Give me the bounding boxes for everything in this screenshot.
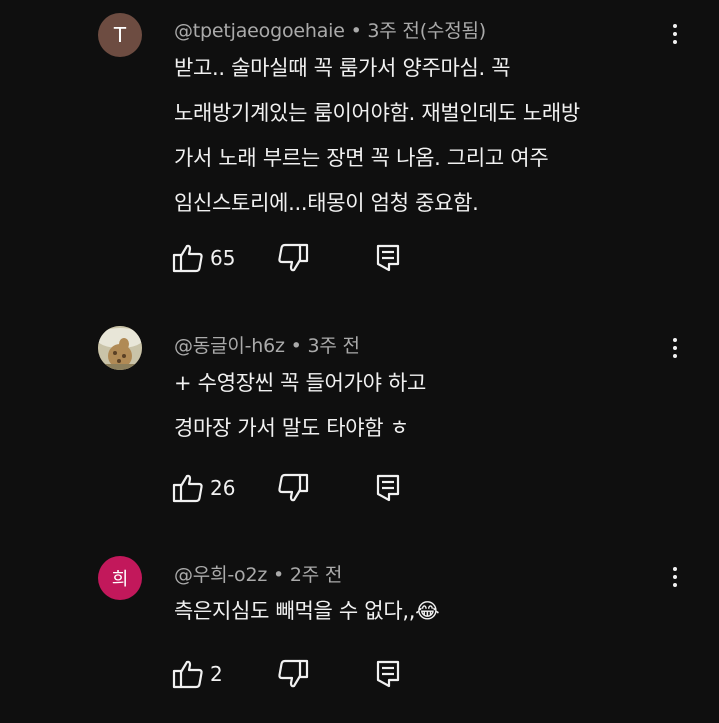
comment-line: 가서 노래 부르는 장면 꼭 나옴. 그리고 여주 [174,146,549,170]
thumbs-down-icon [278,243,309,272]
avatar[interactable]: T [98,13,142,57]
author-name[interactable]: @동글이-h6z [174,335,285,357]
thumbs-up-icon [172,474,203,503]
reply-icon [376,474,400,502]
author-name[interactable]: @tpetjaeogoehaie [174,20,345,42]
dislike-button[interactable] [277,242,309,274]
meta-separator: • [290,335,302,357]
avatar[interactable]: 희 [98,556,142,600]
comment-line: 경마장 가서 말도 타야함 ㅎ [174,416,409,440]
comment-meta: @우희-o2z • 2주 전 [174,560,342,587]
dislike-button[interactable] [277,658,309,690]
meta-separator: • [350,20,362,42]
comment-text: 받고.. 술마실때 꼭 룸가서 양주마심. 꼭 노래방기계있는 룸이어야함. 재… [174,46,580,226]
animal-avatar-image [98,326,142,370]
like-count: 2 [210,662,223,686]
comment-line: + 수영장씬 꼭 들어가야 하고 [174,371,427,395]
comment-time[interactable]: 3주 전 [308,335,360,357]
avatar[interactable] [98,326,142,370]
comment-text: + 수영장씬 꼭 들어가야 하고 경마장 가서 말도 타야함 ㅎ [174,361,426,451]
more-options-icon[interactable] [663,331,687,365]
comment-line: 노래방기계있는 룸이어야함. 재벌인데도 노래방 [174,101,580,125]
comment-time[interactable]: 2주 전 [290,564,342,586]
thumbs-down-icon [278,659,309,688]
avatar-letter: 희 [111,569,129,590]
more-options-icon[interactable] [663,17,687,51]
reply-button[interactable] [376,472,402,504]
reply-icon [376,244,400,272]
author-name[interactable]: @우희-o2z [174,564,267,586]
dislike-button[interactable] [277,472,309,504]
comment-line: 임신스토리에...태몽이 엄청 중요함. [174,191,479,215]
thumbs-up-icon [172,244,203,273]
comment-text: 측은지심도 빼먹을 수 없다,,😂 [174,589,440,634]
reply-button[interactable] [376,658,402,690]
like-button[interactable]: 65 [172,242,235,274]
like-button[interactable]: 2 [172,658,223,690]
like-count: 65 [210,246,236,270]
like-count: 26 [210,476,236,500]
comment-time[interactable]: 3주 전(수정됨) [367,20,486,42]
reply-button[interactable] [376,242,402,274]
avatar-letter: T [113,23,127,47]
meta-separator: • [272,564,284,586]
more-options-icon[interactable] [663,560,687,594]
comment-line: 측은지심도 빼먹을 수 없다,,😂 [174,599,440,623]
thumbs-up-icon [172,660,203,689]
like-button[interactable]: 26 [172,472,235,504]
comment-line: 받고.. 술마실때 꼭 룸가서 양주마심. 꼭 [174,56,511,80]
reply-icon [376,660,400,688]
thumbs-down-icon [278,473,309,502]
comment-meta: @tpetjaeogoehaie • 3주 전(수정됨) [174,16,486,43]
comment-meta: @동글이-h6z • 3주 전 [174,331,360,358]
